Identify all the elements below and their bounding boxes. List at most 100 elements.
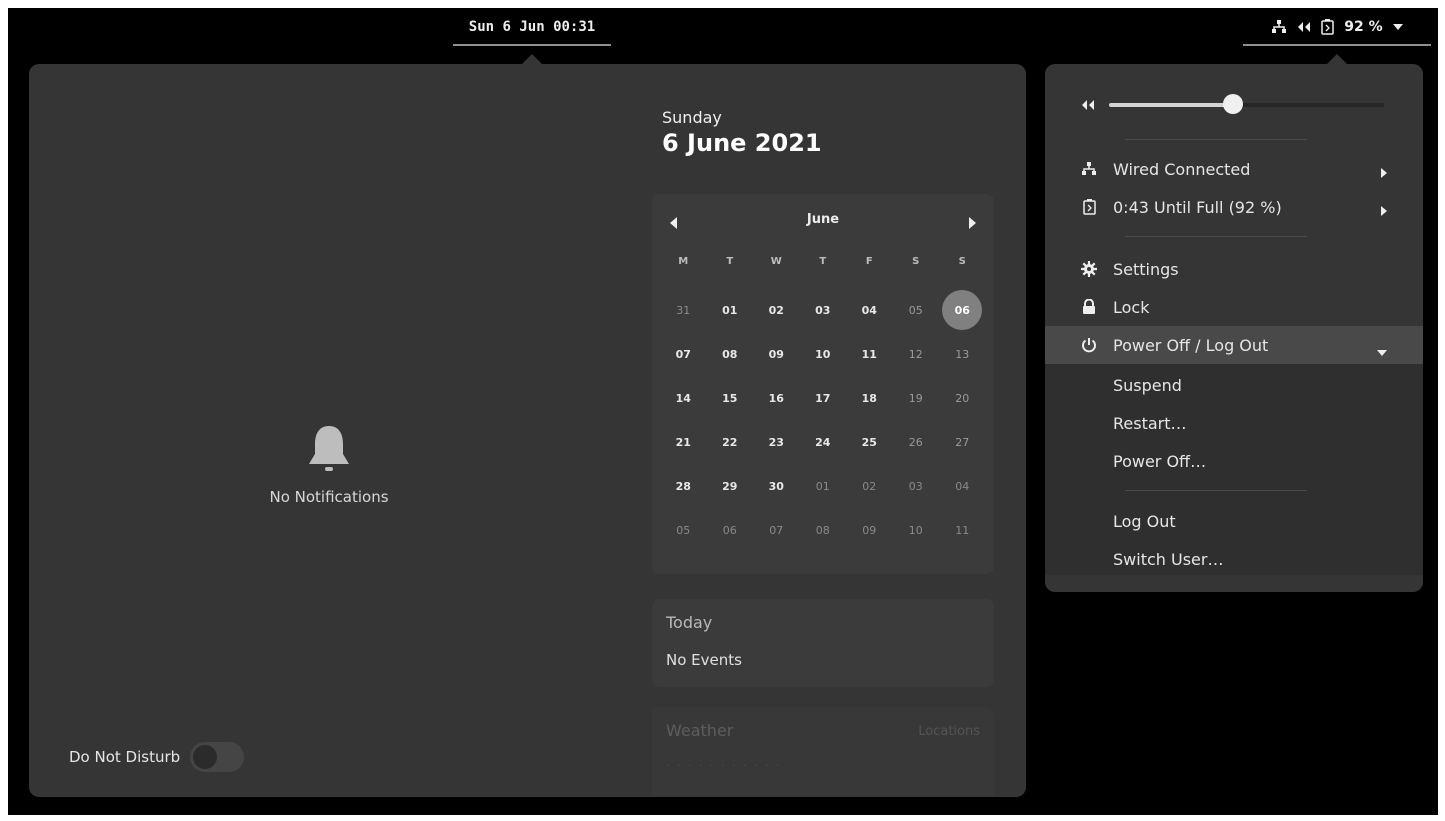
- calendar-day-number: 10: [815, 347, 831, 361]
- calendar-day[interactable]: 18: [846, 376, 893, 420]
- restart-item[interactable]: Restart…: [1045, 404, 1423, 442]
- calendar-day[interactable]: 22: [707, 420, 754, 464]
- calendar-day-number: 14: [675, 391, 691, 405]
- calendar-day[interactable]: 06: [707, 508, 754, 552]
- weather-title: Weather: [666, 721, 734, 740]
- weather-locations-label: Locations: [918, 724, 980, 739]
- lock-item[interactable]: Lock: [1045, 288, 1423, 326]
- calendar-day[interactable]: 01: [800, 464, 847, 508]
- calendar-day-number: 04: [861, 303, 877, 317]
- calendar-day[interactable]: 29: [707, 464, 754, 508]
- calendar-day[interactable]: 19: [893, 376, 940, 420]
- gear-icon: [1081, 261, 1097, 277]
- power-off-log-out-item[interactable]: Power Off / Log Out: [1045, 326, 1423, 364]
- calendar-day-today[interactable]: 06: [939, 288, 986, 332]
- calendar-day[interactable]: 30: [753, 464, 800, 508]
- calendar-day[interactable]: 05: [660, 508, 707, 552]
- calendar-day[interactable]: 08: [800, 508, 847, 552]
- calendar-day-number: 16: [768, 391, 784, 405]
- calendar-day[interactable]: 15: [707, 376, 754, 420]
- battery-icon: [1081, 199, 1097, 215]
- log-out-label: Log Out: [1113, 511, 1176, 531]
- calendar-day[interactable]: 08: [707, 332, 754, 376]
- weather-card[interactable]: Weather Locations · · · · · · · · · · ·: [652, 707, 994, 797]
- calendar-day[interactable]: 21: [660, 420, 707, 464]
- date-header[interactable]: Sunday 6 June 2021: [662, 108, 822, 157]
- calendar-day[interactable]: 25: [846, 420, 893, 464]
- suspend-item[interactable]: Suspend: [1045, 366, 1423, 404]
- calendar-day-number: 19: [908, 391, 923, 405]
- calendar-day-number: 03: [908, 479, 923, 493]
- calendar-day-number: 18: [861, 391, 877, 405]
- calendar-day[interactable]: 26: [893, 420, 940, 464]
- calendar-day-number: 29: [722, 479, 738, 493]
- calendar-day-number: 08: [815, 523, 830, 537]
- calendar-day-number: 07: [769, 523, 784, 537]
- system-menu: Wired Connected 0:43 Until Full (92 %) S…: [1045, 64, 1423, 592]
- calendar-day[interactable]: 03: [893, 464, 940, 508]
- switch-user-label: Switch User…: [1113, 549, 1224, 569]
- calendar-day[interactable]: 24: [800, 420, 847, 464]
- separator: [1125, 236, 1307, 237]
- battery-percent: 92 %: [1344, 19, 1383, 35]
- calendar-day[interactable]: 07: [660, 332, 707, 376]
- chevron-down-icon: [1377, 341, 1387, 360]
- calendar-day-number: 23: [768, 435, 784, 449]
- calendar-day[interactable]: 02: [846, 464, 893, 508]
- calendar-day[interactable]: 16: [753, 376, 800, 420]
- calendar-popover: No Notifications Do Not Disturb Sunday 6…: [29, 64, 1026, 797]
- calendar-day[interactable]: 04: [846, 288, 893, 332]
- calendar-day-number: 03: [815, 303, 831, 317]
- do-not-disturb-switch[interactable]: [190, 742, 245, 772]
- power-icon: [1081, 337, 1097, 353]
- settings-label: Settings: [1113, 259, 1179, 279]
- system-status-button[interactable]: 92 %: [1243, 10, 1431, 46]
- calendar-day[interactable]: 10: [893, 508, 940, 552]
- calendar-day[interactable]: 05: [893, 288, 940, 332]
- calendar-day-number: 10: [908, 523, 923, 537]
- log-out-item[interactable]: Log Out: [1045, 502, 1423, 540]
- calendar-day[interactable]: 23: [753, 420, 800, 464]
- calendar-day-number: 01: [815, 479, 830, 493]
- volume-slider[interactable]: [1109, 94, 1384, 114]
- calendar-day[interactable]: 09: [846, 508, 893, 552]
- calendar-day[interactable]: 17: [800, 376, 847, 420]
- volume-slider-handle[interactable]: [1222, 94, 1243, 114]
- calendar-day[interactable]: 12: [893, 332, 940, 376]
- calendar-day[interactable]: 07: [753, 508, 800, 552]
- lock-label: Lock: [1113, 297, 1150, 317]
- volume-icon: [1297, 21, 1311, 33]
- power-off-item[interactable]: Power Off…: [1045, 442, 1423, 480]
- weekday-header: F: [865, 255, 873, 267]
- calendar-day[interactable]: 31: [660, 288, 707, 332]
- calendar-day-number: 17: [815, 391, 831, 405]
- weekday-header: T: [726, 255, 734, 267]
- no-notifications-label: No Notifications: [269, 488, 389, 506]
- switch-user-item[interactable]: Switch User…: [1045, 540, 1423, 578]
- clock-button[interactable]: Sun 6 Jun 00:31: [453, 10, 611, 46]
- calendar-day[interactable]: 14: [660, 376, 707, 420]
- battery-item[interactable]: 0:43 Until Full (92 %): [1045, 188, 1423, 226]
- calendar-day[interactable]: 28: [660, 464, 707, 508]
- calendar-day[interactable]: 01: [707, 288, 754, 332]
- wired-network-item[interactable]: Wired Connected: [1045, 150, 1423, 188]
- power-off-label: Power Off…: [1113, 451, 1207, 471]
- calendar-day[interactable]: 03: [800, 288, 847, 332]
- calendar-day[interactable]: 09: [753, 332, 800, 376]
- calendar-day-number: 02: [862, 479, 877, 493]
- calendar-day-number: 01: [722, 303, 738, 317]
- events-card[interactable]: Today No Events: [652, 599, 994, 687]
- calendar-day[interactable]: 11: [939, 508, 986, 552]
- settings-item[interactable]: Settings: [1045, 250, 1423, 288]
- calendar-day[interactable]: 27: [939, 420, 986, 464]
- calendar-day[interactable]: 02: [753, 288, 800, 332]
- calendar-day[interactable]: 13: [939, 332, 986, 376]
- calendar-day[interactable]: 04: [939, 464, 986, 508]
- next-month-button[interactable]: [968, 214, 976, 233]
- calendar-day[interactable]: 10: [800, 332, 847, 376]
- calendar-day[interactable]: 11: [846, 332, 893, 376]
- calendar-day[interactable]: 20: [939, 376, 986, 420]
- volume-row: [1081, 90, 1401, 120]
- calendar-day-number: 28: [675, 479, 691, 493]
- calendar-day-number: 20: [955, 391, 970, 405]
